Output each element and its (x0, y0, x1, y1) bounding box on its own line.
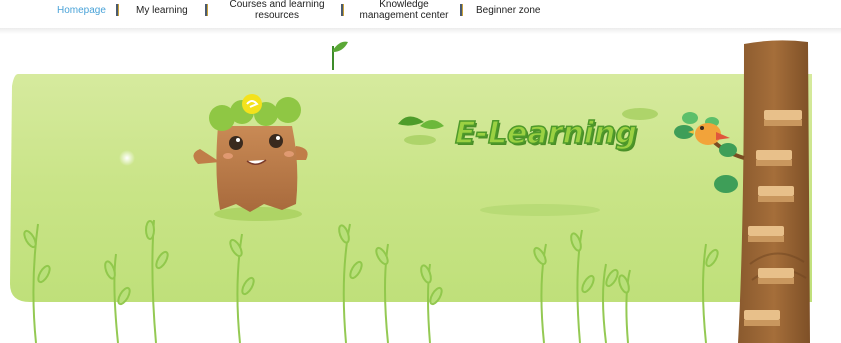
nav-item-label-line1: Knowledge (379, 0, 429, 10)
mascot-shadow (214, 207, 302, 221)
nav-separator (116, 4, 119, 16)
top-navigation: Homepage My learning Courses and learnin… (0, 0, 841, 28)
light-dot (119, 150, 135, 166)
nav-item-label-line2: management center (359, 10, 449, 21)
e-learning-banner: E-Learning (0, 34, 841, 343)
banner-illustration (10, 40, 812, 343)
nav-item-beginner-zone[interactable]: Beginner zone (476, 5, 541, 16)
nav-item-knowledge-management-center[interactable]: Knowledge management center (354, 0, 454, 21)
nav-separator (341, 4, 344, 16)
nav-separator (205, 4, 208, 16)
nav-item-label-line2: resources (255, 10, 299, 21)
e-learning-logo: E-Learning (454, 115, 637, 152)
sprout-icon (332, 41, 348, 70)
nav-item-courses-and-learning-resources[interactable]: Courses and learning resources (224, 0, 330, 21)
tree-trunk-ladder (738, 40, 810, 343)
nav-item-homepage[interactable]: Homepage (57, 5, 106, 16)
nav-separator (460, 4, 463, 16)
green-field (10, 74, 812, 302)
ground-shadow (480, 204, 600, 216)
nav-item-label-line1: Courses and learning (229, 0, 325, 10)
nav-item-my-learning[interactable]: My learning (136, 5, 188, 16)
